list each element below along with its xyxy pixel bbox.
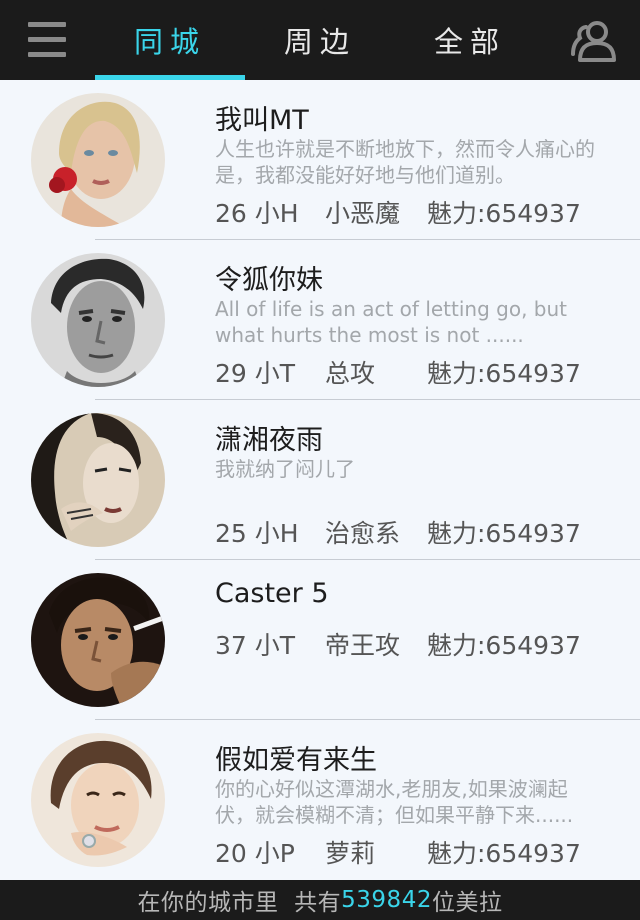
user-age: 26 小H (215, 199, 299, 228)
user-meta: 29 小T 总攻 魅力:654937 (215, 354, 581, 390)
user-bio: 你的心好似这潭湖水,老朋友,如果波澜起伏，就会模糊不清；但如果平静下来.....… (215, 777, 574, 827)
avatar[interactable] (31, 93, 165, 227)
avatar[interactable] (31, 573, 165, 707)
list-item[interactable]: 我叫MT 人生也许就是不断地放下，然而令人痛心的是，我都没能好好地与他们道别。 … (0, 80, 640, 240)
user-age: 37 小T (215, 631, 296, 660)
user-name: 令狐你妹 (215, 265, 323, 296)
avatar[interactable] (31, 413, 165, 547)
tab-nearby[interactable]: 周边 (245, 0, 395, 80)
user-name: 潇湘夜雨 (215, 425, 323, 456)
list-item[interactable]: 令狐你妹 All of life is an act of letting go… (0, 240, 640, 400)
user-age: 29 小T (215, 359, 296, 388)
user-charm: 魅力:654937 (427, 839, 581, 868)
user-bio: 我就纳了闷儿了 (215, 457, 355, 481)
user-age: 20 小P (215, 839, 295, 868)
user-name: 我叫MT (215, 105, 309, 136)
user-charm: 魅力:654937 (427, 199, 581, 228)
tab-same-city[interactable]: 同城 (95, 0, 245, 80)
user-bio: All of life is an act of letting go, but… (215, 297, 568, 347)
user-tag: 总攻 (325, 359, 376, 388)
user-meta: 37 小T 帝王攻 魅力:654937 (215, 626, 581, 662)
list-item[interactable]: 假如爱有来生 你的心好似这潭湖水,老朋友,如果波澜起伏，就会模糊不清；但如果平静… (0, 720, 640, 880)
footer-stats: 在你的城市里 共有 539842 位美拉 (0, 880, 640, 920)
top-bar: 同城 周边 全部 (0, 0, 640, 80)
user-name: 假如爱有来生 (215, 745, 377, 776)
user-meta: 26 小H 小恶魔 魅力:654937 (215, 194, 581, 230)
hamburger-menu-icon[interactable] (28, 22, 66, 58)
tab-all[interactable]: 全部 (395, 0, 545, 80)
user-tag: 萝莉 (325, 839, 376, 868)
avatar[interactable] (31, 733, 165, 867)
user-tag: 帝王攻 (325, 631, 401, 660)
contacts-icon[interactable] (570, 18, 616, 62)
list-item[interactable]: 潇湘夜雨 我就纳了闷儿了 25 小H 治愈系 魅力:654937 (0, 400, 640, 560)
user-charm: 魅力:654937 (427, 359, 581, 388)
user-list: 我叫MT 人生也许就是不断地放下，然而令人痛心的是，我都没能好好地与他们道别。 … (0, 80, 640, 880)
user-meta: 25 小H 治愈系 魅力:654937 (215, 514, 581, 550)
list-item[interactable]: Caster 5 37 小T 帝王攻 魅力:654937 (0, 560, 640, 720)
footer-prefix: 在你的城市里 共有 (137, 890, 342, 916)
footer-suffix: 位美拉 (431, 890, 503, 916)
user-tag: 小恶魔 (325, 199, 401, 228)
user-tag: 治愈系 (325, 519, 401, 548)
user-name: Caster 5 (215, 578, 329, 609)
user-age: 25 小H (215, 519, 299, 548)
footer-count: 539842 (341, 887, 432, 913)
user-charm: 魅力:654937 (427, 519, 581, 548)
avatar[interactable] (31, 253, 165, 387)
user-charm: 魅力:654937 (427, 631, 581, 660)
user-meta: 20 小P 萝莉 魅力:654937 (215, 834, 581, 870)
user-bio: 人生也许就是不断地放下，然而令人痛心的是，我都没能好好地与他们道别。 (215, 137, 595, 187)
